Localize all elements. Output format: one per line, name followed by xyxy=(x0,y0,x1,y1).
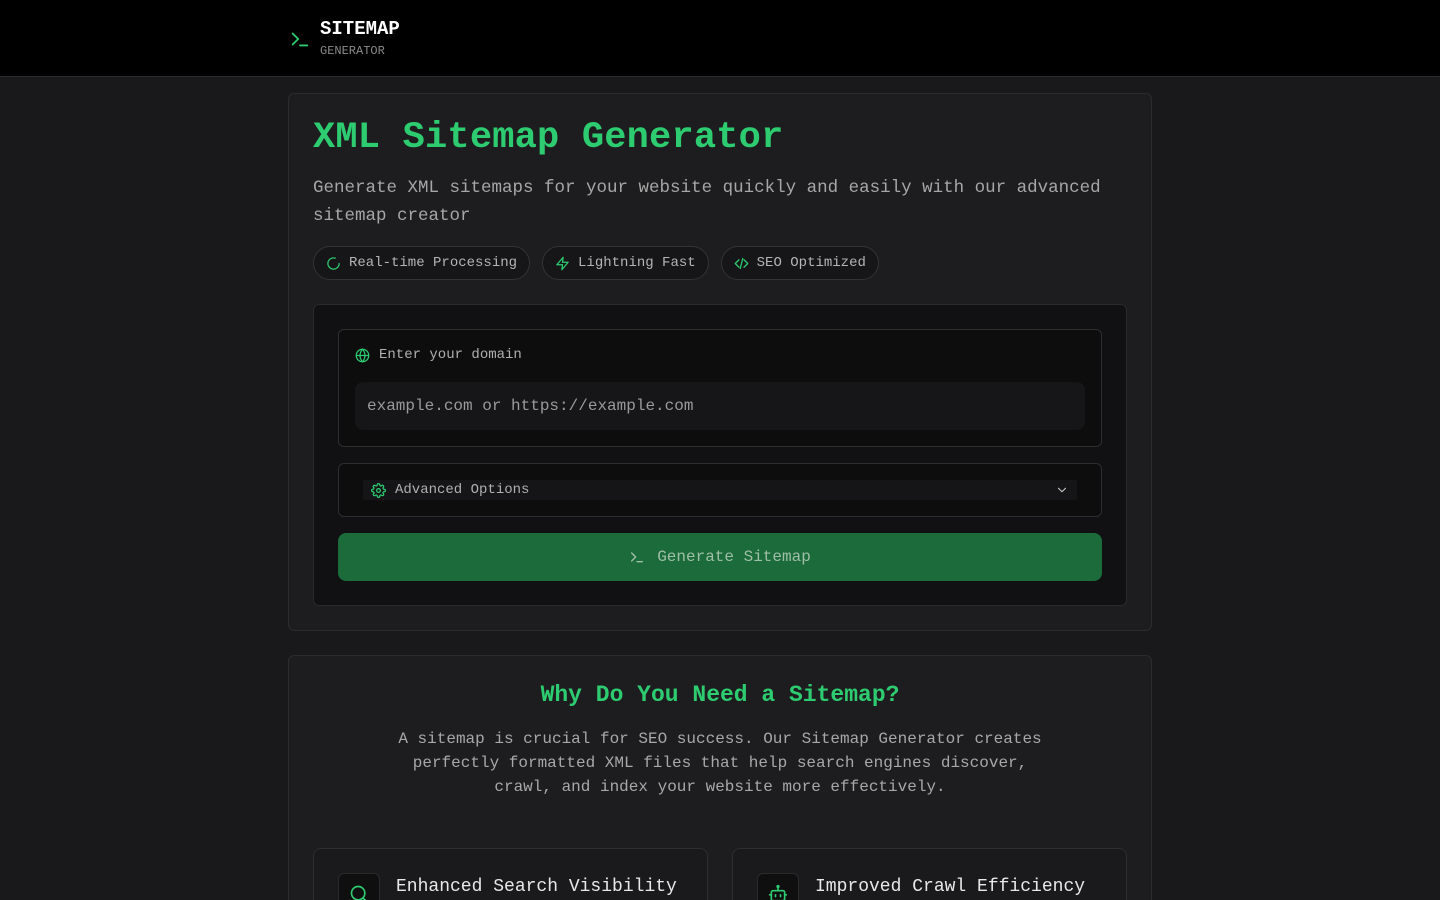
feature-title: Improved Crawl Efficiency xyxy=(815,877,1086,897)
why-sitemap-card: Why Do You Need a Sitemap? A sitemap is … xyxy=(288,655,1152,900)
generate-sitemap-button[interactable]: Generate Sitemap xyxy=(338,533,1102,581)
advanced-options-label: Advanced Options xyxy=(395,482,530,498)
terminal-icon xyxy=(631,552,644,563)
domain-input[interactable] xyxy=(355,382,1085,430)
chip-realtime-processing: Real-time Processing xyxy=(313,246,531,280)
feature-card-crawl-efficiency: Improved Crawl Efficiency xyxy=(732,848,1127,900)
section-description: A sitemap is crucial for SEO success. Ou… xyxy=(398,730,1042,796)
section-title: Why Do You Need a Sitemap? xyxy=(540,682,900,708)
feature-card-search-visibility: Enhanced Search Visibility xyxy=(313,848,708,900)
feature-title: Enhanced Search Visibility xyxy=(396,877,677,897)
brand-logo[interactable]: SITEMAP GENERATOR xyxy=(289,18,400,58)
brand-title: SITEMAP xyxy=(320,18,400,40)
chip-label: Lightning Fast xyxy=(578,255,696,271)
advanced-options-panel: Advanced Options xyxy=(338,463,1102,517)
robot-icon xyxy=(768,884,788,900)
page-title: XML Sitemap Generator xyxy=(313,117,784,159)
feature-icon-box xyxy=(338,873,380,900)
spinner-icon xyxy=(327,256,340,270)
generate-button-label: Generate Sitemap xyxy=(657,548,811,566)
lightning-icon xyxy=(556,256,569,270)
domain-label-text: Enter your domain xyxy=(379,347,522,363)
chevron-down-icon xyxy=(1057,487,1067,493)
page-description: Generate XML sitemaps for your website q… xyxy=(313,178,1101,226)
chip-label: SEO Optimized xyxy=(756,255,866,271)
code-icon xyxy=(734,257,749,269)
feature-chips: Real-time Processing Lightning Fast SEO … xyxy=(313,246,879,280)
globe-icon xyxy=(355,347,370,363)
search-icon xyxy=(350,885,367,900)
generator-card: XML Sitemap Generator Generate XML sitem… xyxy=(288,93,1152,631)
gear-icon xyxy=(371,482,386,498)
advanced-options-toggle[interactable]: Advanced Options xyxy=(363,480,1077,500)
domain-label: Enter your domain xyxy=(355,347,522,363)
brand-text: SITEMAP GENERATOR xyxy=(320,18,400,58)
chip-seo-optimized: SEO Optimized xyxy=(720,246,879,280)
chip-lightning-fast: Lightning Fast xyxy=(542,246,709,280)
terminal-icon xyxy=(291,32,309,47)
brand-subtitle: GENERATOR xyxy=(320,44,385,58)
top-bar: SITEMAP GENERATOR xyxy=(0,0,1440,77)
chip-label: Real-time Processing xyxy=(349,255,518,271)
feature-icon-box xyxy=(757,873,799,900)
sitemap-form: Enter your domain Advanced Options xyxy=(313,304,1127,606)
domain-field-group: Enter your domain xyxy=(338,329,1102,447)
